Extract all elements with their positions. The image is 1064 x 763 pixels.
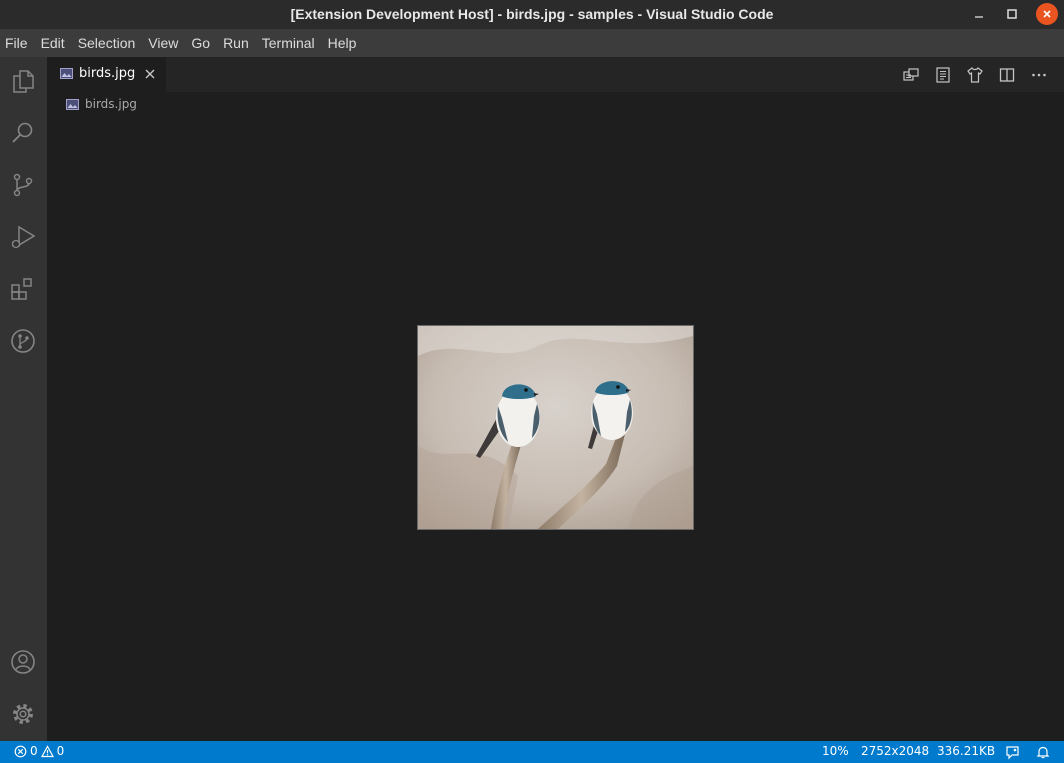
search-button[interactable]: [9, 119, 37, 147]
menu-terminal[interactable]: Terminal: [262, 35, 315, 51]
menu-file[interactable]: File: [5, 35, 28, 51]
source-control-button[interactable]: [9, 171, 37, 199]
remote-explorer-icon[interactable]: [902, 66, 920, 84]
extensions-button[interactable]: [9, 275, 37, 303]
activity-bar: [0, 57, 47, 741]
source-control-icon: [13, 173, 33, 197]
search-icon: [12, 122, 33, 143]
tab-birds-jpg[interactable]: birds.jpg: [47, 57, 166, 92]
error-count: 0: [30, 744, 38, 758]
title-bar: [Extension Development Host] - birds.jpg…: [0, 0, 1064, 29]
warning-count: 0: [56, 744, 65, 758]
account-icon: [11, 650, 35, 674]
git-graph-icon: [11, 329, 35, 353]
warning-icon: [40, 744, 54, 757]
image-file-icon: [60, 68, 73, 79]
problems-indicator[interactable]: 0 0: [14, 744, 67, 758]
explorer-button[interactable]: [9, 67, 37, 95]
files-icon: [13, 70, 34, 93]
menu-bar: File Edit Selection View Go Run Terminal…: [0, 29, 1064, 57]
extensions-icon: [11, 278, 32, 300]
run-debug-icon: [11, 225, 36, 249]
breadcrumb[interactable]: birds.jpg: [66, 95, 137, 113]
minimize-icon: [975, 16, 983, 18]
feedback-icon[interactable]: [1005, 745, 1020, 760]
status-bar: 0 0 10% 2752x2048 336.21KB: [0, 741, 1064, 763]
more-actions-icon[interactable]: [1030, 66, 1048, 84]
file-size: 336.21KB: [937, 744, 996, 758]
close-window-button[interactable]: [1036, 3, 1058, 25]
tab-label: birds.jpg: [79, 66, 136, 81]
accounts-button[interactable]: [9, 648, 37, 676]
close-icon: [1043, 10, 1051, 18]
run-debug-button[interactable]: [9, 223, 37, 251]
manage-button[interactable]: [9, 700, 37, 728]
menu-go[interactable]: Go: [191, 35, 210, 51]
breadcrumb-label: birds.jpg: [85, 97, 137, 111]
image-preview[interactable]: [417, 325, 694, 530]
maximize-icon: [1007, 9, 1017, 19]
maximize-button[interactable]: [1001, 3, 1023, 25]
close-icon[interactable]: [143, 67, 157, 81]
split-editor-icon[interactable]: [998, 66, 1016, 84]
shirt-icon[interactable]: [966, 66, 984, 84]
minimize-button[interactable]: [968, 3, 990, 25]
open-preview-icon[interactable]: [934, 66, 952, 84]
settings-gear-icon: [13, 704, 33, 724]
git-graph-button[interactable]: [9, 327, 37, 355]
image-dimensions: 2752x2048: [861, 744, 930, 758]
menu-help[interactable]: Help: [328, 35, 357, 51]
bell-icon[interactable]: [1036, 745, 1050, 759]
birds-photo: [418, 326, 693, 529]
zoom-level[interactable]: 10%: [822, 744, 849, 758]
menu-edit[interactable]: Edit: [41, 35, 65, 51]
menu-view[interactable]: View: [148, 35, 178, 51]
error-icon: [14, 745, 27, 757]
image-file-icon: [66, 98, 79, 110]
window-title: [Extension Development Host] - birds.jpg…: [290, 6, 774, 22]
menu-run[interactable]: Run: [223, 35, 249, 51]
menu-selection[interactable]: Selection: [78, 35, 136, 51]
